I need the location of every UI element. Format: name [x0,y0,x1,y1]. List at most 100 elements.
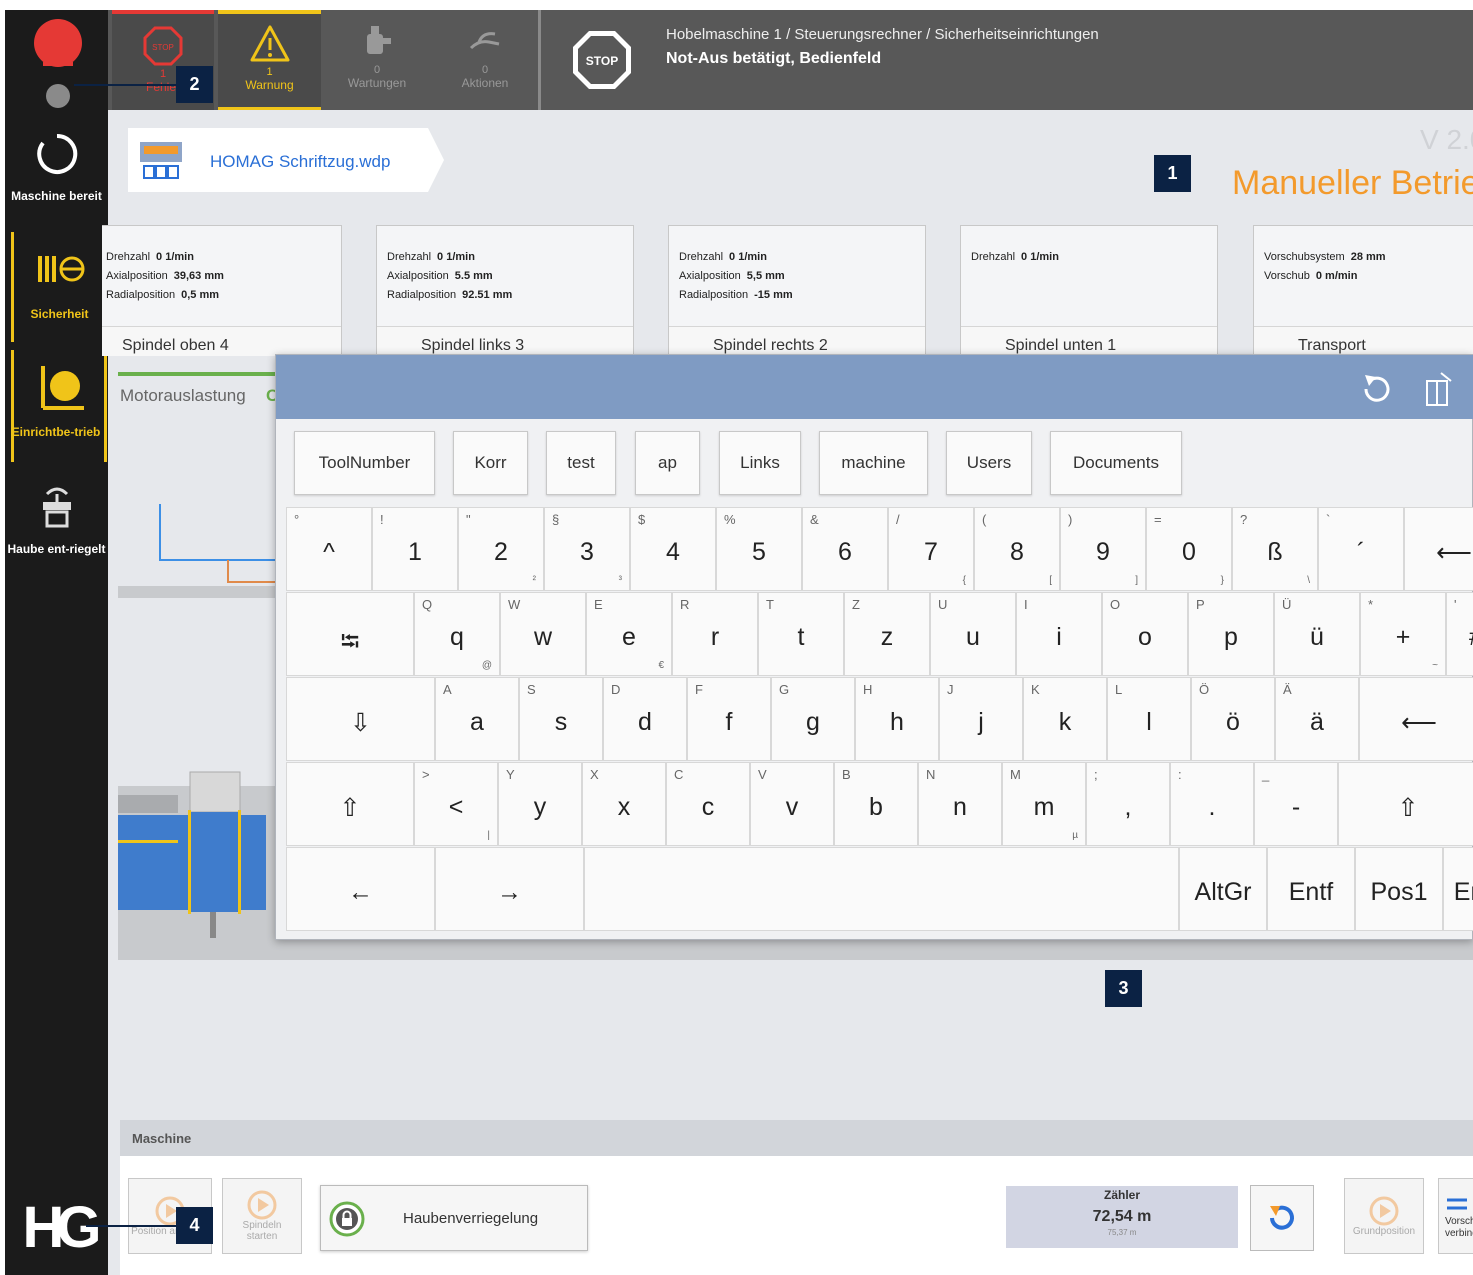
keyboard-layout-icon[interactable] [1421,369,1461,409]
key-arrow-right[interactable]: → [435,847,584,931]
key-main-char: p [1224,623,1238,651]
key-shift-char: U [938,597,948,612]
key-tab[interactable]: ⭾ [286,592,414,676]
key-1[interactable]: 1! [372,507,458,591]
key-shift-char: % [724,512,736,527]
key-arrow-left[interactable]: ← [286,847,435,931]
safety-status[interactable]: Sicherheit [11,232,107,342]
key-v[interactable]: vV [750,762,834,846]
key-r4-9[interactable]: ,; [1086,762,1170,846]
key-m[interactable]: mMµ [1002,762,1086,846]
key-e[interactable]: e E € [586,592,672,676]
spindle-card-left-3[interactable]: Drehzahl 0 1/min Axialposition 5.5 mm Radial… [376,225,634,356]
key-ß[interactable]: ß? \ [1232,507,1318,591]
key-shift-char: ) [1068,512,1073,527]
key-0[interactable]: 0 =} [1146,507,1232,591]
key-r1-12[interactable]: ´ ` [1318,507,1404,591]
key-r4-10[interactable]: .: [1170,762,1254,846]
suggestion-ap[interactable]: ap [635,431,700,495]
key-r2-12[interactable]: + * ~ [1360,592,1446,676]
key-y[interactable]: yY [498,762,582,846]
key-w[interactable]: wW [500,592,586,676]
suggestion-links[interactable]: Links [719,431,801,495]
key-shift-char: E [594,597,603,612]
key-r2-13[interactable]: #' [1446,592,1473,676]
suggestion-users[interactable]: Users [946,431,1032,495]
key-z[interactable]: zZ [844,592,930,676]
key-4[interactable]: 4 $ [630,507,716,591]
key-shift-char: Y [506,767,515,782]
suggestion-korr[interactable]: Korr [453,431,528,495]
key-6[interactable]: 6 & [802,507,888,591]
key-backspace[interactable]: ⟵ [1404,507,1473,591]
suggestion-machine[interactable]: machine [819,431,928,495]
key-ü[interactable]: üÜ [1274,592,1360,676]
tab-maintenance[interactable]: 0 Wartungen [324,10,430,110]
key-shift-left[interactable]: ⇧ [286,762,414,846]
key-space[interactable] [584,847,1179,931]
feed-connect-button[interactable]: Vorschub verbinden [1438,1178,1473,1254]
key-ä[interactable]: äÄ [1275,677,1359,761]
key-shift-char: > [422,767,430,782]
key-r5-6[interactable]: Ende [1443,847,1473,931]
key-5[interactable]: 5% [716,507,802,591]
key-h[interactable]: hH [855,677,939,761]
key-t[interactable]: tT [758,592,844,676]
key-r5-3[interactable]: AltGr [1179,847,1267,931]
key-7[interactable]: 7 / { [888,507,974,591]
key-d[interactable]: dD [603,677,687,761]
key-caps-lock[interactable]: ⇩ [286,677,435,761]
suggestion-toolnumber[interactable]: ToolNumber [294,431,435,495]
key-a[interactable]: aA [435,677,519,761]
key-r4-11[interactable]: - _ [1254,762,1338,846]
key-j[interactable]: jJ [939,677,1023,761]
key-g[interactable]: gG [771,677,855,761]
key-l[interactable]: lL [1107,677,1191,761]
key-r[interactable]: rR [672,592,758,676]
key-c[interactable]: cC [666,762,750,846]
spindle-card-bottom-1[interactable]: Drehzahl 0 1/min Spindel unten 1 [960,225,1218,356]
play-icon [1369,1196,1399,1226]
key-f[interactable]: fF [687,677,771,761]
spindle-card-right-2[interactable]: Drehzahl 0 1/min Axialposition 5,5 mm Radial… [668,225,926,356]
home-position-button[interactable]: Grundposition [1344,1178,1424,1254]
key-r1-0[interactable]: ^ ° [286,507,372,591]
key-8[interactable]: 8 ([ [974,507,1060,591]
key-r5-4[interactable]: Entf [1267,847,1355,931]
start-spindles-button[interactable]: Spindeln starten [222,1178,302,1254]
card-row: Drehzahl 0 1/min [679,248,793,267]
key-3[interactable]: 3 § ³ [544,507,630,591]
key-r5-5[interactable]: Pos1 [1355,847,1443,931]
key-x[interactable]: xX [582,762,666,846]
row-value: 92.51 mm [462,289,513,301]
tab-warnings[interactable]: 1 Warnung [218,10,321,110]
key-2[interactable]: 2 " ² [458,507,544,591]
key-n[interactable]: nN [918,762,1002,846]
keyboard-reset-icon[interactable] [1356,369,1396,409]
key-main-char: + [1395,623,1411,651]
tab-actions[interactable]: 0 Aktionen [432,10,538,110]
key-r4-1[interactable]: < > | [414,762,498,846]
key-9[interactable]: 9)] [1060,507,1146,591]
key-ö[interactable]: öÖ [1191,677,1275,761]
suggestion-documents[interactable]: Documents [1050,431,1182,495]
key-u[interactable]: uU [930,592,1016,676]
program-file-tab[interactable]: HOMAG Schriftzug.wdp [128,128,444,192]
transport-card[interactable]: Vorschubsystem 28 mm Vorschub 0 m/min Trans… [1253,225,1473,356]
key-p[interactable]: pP [1188,592,1274,676]
key-i[interactable]: iI [1016,592,1102,676]
hood-lock-button[interactable]: Haubenverriegelung [320,1185,588,1251]
key-shift-right[interactable]: ⇧ [1338,762,1473,846]
suggestion-test[interactable]: test [546,431,616,495]
key-k[interactable]: kK [1023,677,1107,761]
key-b[interactable]: bB [834,762,918,846]
card-row: Axialposition 39,63 mm [106,267,224,286]
spindle-card-top-4[interactable]: Drehzahl 0 1/min Axialposition 39,63 mm Radi… [102,225,342,356]
counter-reset-button[interactable] [1250,1185,1314,1251]
key-s[interactable]: sS [519,677,603,761]
key-o[interactable]: oO [1102,592,1188,676]
setup-mode-status[interactable]: Einrichtbe-trieb [11,350,107,462]
program-file-name: HOMAG Schriftzug.wdp [210,152,391,171]
key-q[interactable]: q Q @ [414,592,500,676]
key-backspace[interactable]: ⟵ [1359,677,1473,761]
